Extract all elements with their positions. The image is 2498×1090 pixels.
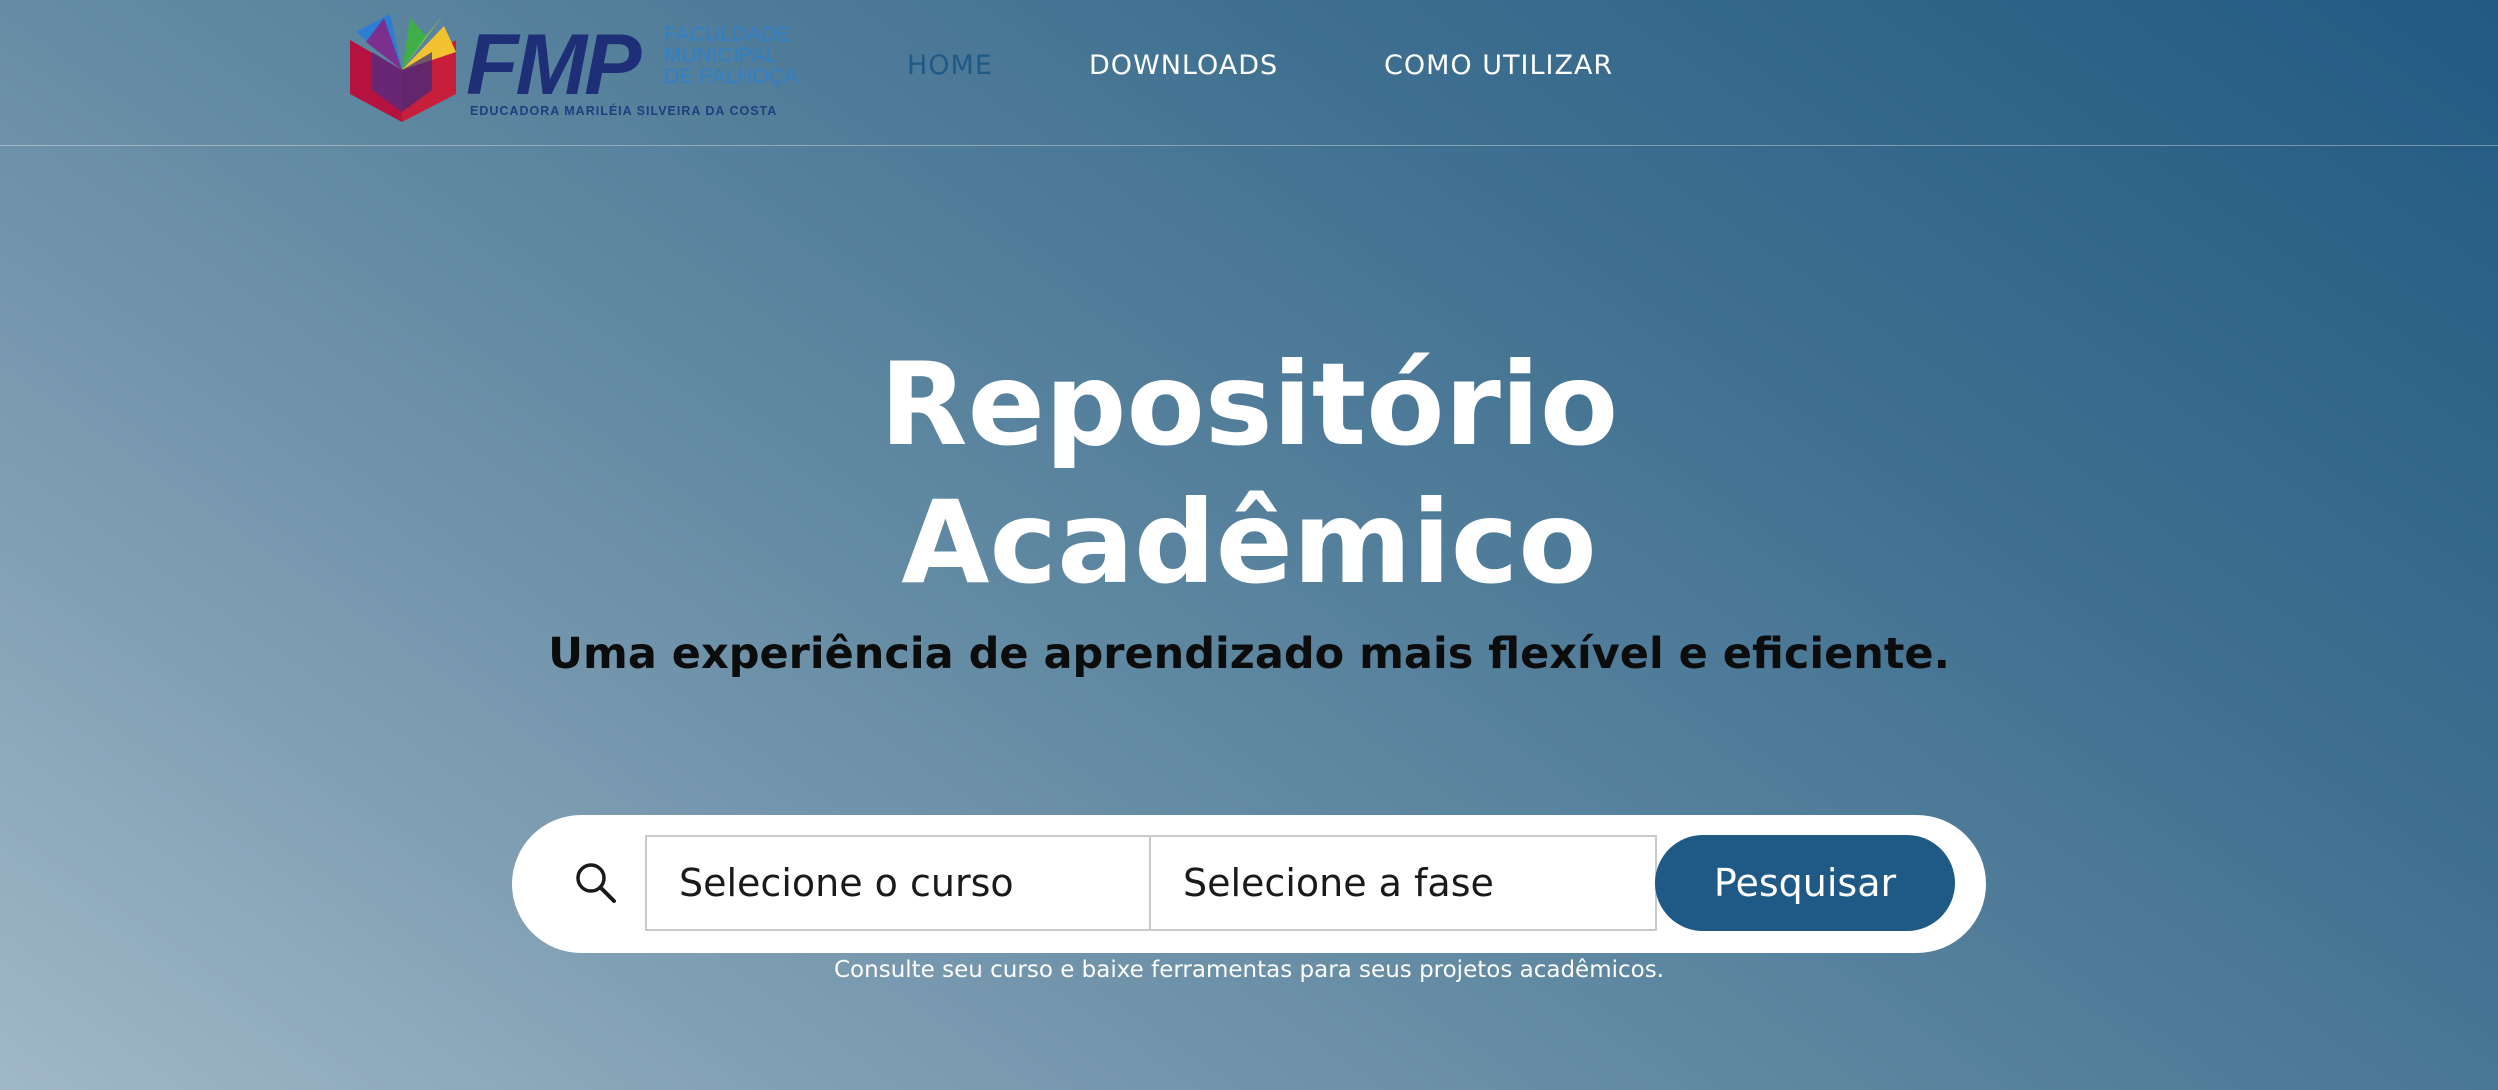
page-title-line-1: Repositório <box>879 338 1619 471</box>
search-bar: Selecione o curso Selecione a fase Pesqu… <box>512 815 1986 953</box>
nav-home[interactable]: HOME <box>907 46 993 86</box>
nav-como-utilizar[interactable]: COMO UTILIZAR <box>1384 46 1613 86</box>
page-title-line-2: Acadêmico <box>901 476 1597 609</box>
page-subtitle: Uma experiência de aprendizado mais flex… <box>548 629 1950 679</box>
logo-side-line-2: MUNICIPAL <box>664 44 777 67</box>
search-button[interactable]: Pesquisar <box>1655 835 1955 931</box>
site-header: FMP FACULDADE MUNICIPAL DE PALHOÇA EDUCA… <box>0 0 2498 146</box>
logo-institution-name: FACULDADE MUNICIPAL DE PALHOÇA <box>664 24 814 87</box>
search-hint: Consulte seu curso e baixe ferramentas p… <box>834 957 1664 983</box>
course-select[interactable]: Selecione o curso <box>645 835 1151 931</box>
logo-fmp-text: FMP <box>466 17 642 113</box>
logo-side-line-3: DE PALHOÇA <box>664 65 798 88</box>
logo-subtitle: EDUCADORA MARILÉIA SILVEIRA DA COSTA <box>470 104 778 118</box>
page-title: Repositório Acadêmico <box>0 336 2498 612</box>
fmp-logo[interactable]: FMP FACULDADE MUNICIPAL DE PALHOÇA EDUCA… <box>344 12 806 124</box>
phase-select[interactable]: Selecione a fase <box>1149 835 1657 931</box>
nav-downloads[interactable]: DOWNLOADS <box>1089 46 1278 86</box>
search-icon <box>576 863 616 903</box>
logo-side-line-1: FACULDADE <box>664 23 791 46</box>
colored-book-logo-icon <box>350 14 456 122</box>
